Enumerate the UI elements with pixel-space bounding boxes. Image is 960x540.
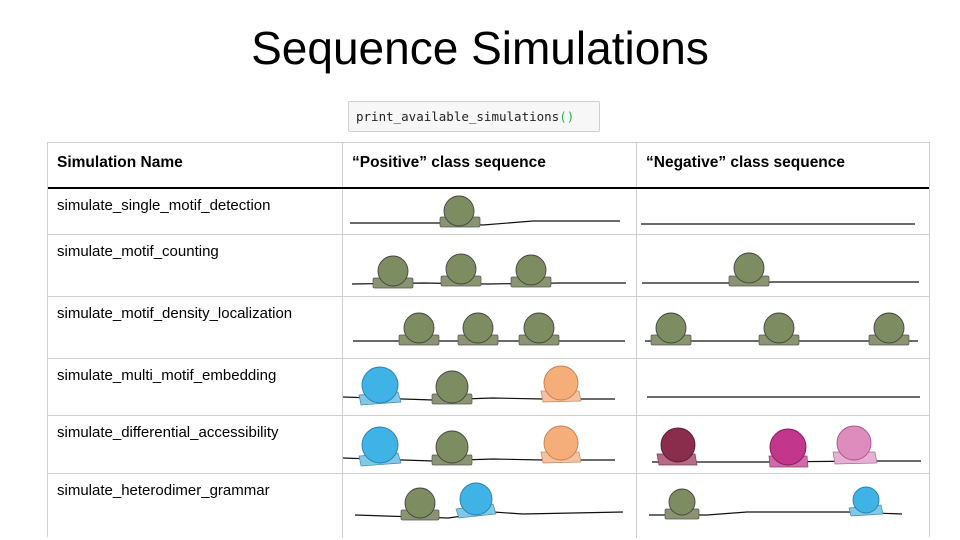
negative-sequence-diagram bbox=[649, 486, 903, 520]
negative-sequence-diagram bbox=[641, 223, 915, 225]
positive-sequence-cell bbox=[342, 359, 636, 415]
header-positive-class: “Positive” class sequence bbox=[342, 143, 636, 188]
header-simulation-name: Simulation Name bbox=[57, 154, 183, 171]
positive-sequence-cell bbox=[342, 235, 636, 296]
motif-icon bbox=[400, 487, 440, 521]
slide-title: Sequence Simulations bbox=[251, 22, 709, 74]
positive-sequence-cell bbox=[342, 189, 636, 234]
motif-icon bbox=[457, 312, 499, 346]
table-row: simulate_differential_accessibility bbox=[48, 416, 929, 473]
positive-sequence-diagram bbox=[351, 253, 626, 289]
table-row: simulate_heterodimer_grammar bbox=[48, 474, 929, 538]
positive-sequence-cell bbox=[342, 416, 636, 473]
motif-icon bbox=[358, 426, 402, 467]
motif-icon bbox=[848, 486, 884, 517]
negative-sequence-cell bbox=[636, 235, 929, 296]
negative-sequence-cell bbox=[636, 416, 929, 473]
positive-sequence-diagram bbox=[353, 312, 625, 346]
negative-sequence-diagram bbox=[645, 312, 918, 346]
table-header-row: Simulation Name “Positive” class sequenc… bbox=[48, 143, 929, 188]
positive-sequence-cell bbox=[342, 474, 636, 538]
simulation-name: simulate_single_motif_detection bbox=[57, 197, 271, 214]
motif-icon bbox=[510, 254, 552, 288]
motif-icon bbox=[440, 253, 482, 287]
negative-sequence-diagram bbox=[642, 252, 919, 287]
motif-icon bbox=[656, 427, 698, 466]
motif-icon bbox=[358, 366, 402, 406]
positive-sequence-diagram bbox=[350, 195, 620, 228]
motif-icon bbox=[372, 255, 414, 289]
table-row: simulate_multi_motif_embedding bbox=[48, 359, 929, 415]
code-function: print_available_simulations bbox=[356, 109, 560, 124]
positive-sequence-diagram bbox=[343, 365, 615, 406]
negative-sequence-cell bbox=[636, 474, 929, 538]
motif-icon bbox=[431, 370, 473, 405]
motif-icon bbox=[868, 312, 910, 346]
motif-icon bbox=[431, 430, 473, 466]
simulation-name: simulate_motif_density_localization bbox=[57, 305, 293, 322]
motif-icon bbox=[455, 482, 497, 519]
motif-icon bbox=[540, 365, 582, 403]
negative-sequence-diagram bbox=[652, 425, 921, 468]
positive-sequence-diagram bbox=[343, 425, 615, 467]
motif-icon bbox=[439, 195, 481, 228]
table-row: simulate_motif_counting bbox=[48, 235, 929, 296]
simulation-name: simulate_motif_counting bbox=[57, 243, 219, 260]
negative-sequence-diagram bbox=[647, 396, 920, 398]
motif-icon bbox=[398, 312, 440, 346]
simulation-name: simulate_differential_accessibility bbox=[57, 424, 279, 441]
motif-icon bbox=[518, 312, 560, 346]
motif-icon bbox=[758, 312, 800, 346]
motif-icon bbox=[664, 488, 700, 520]
motif-icon bbox=[832, 425, 878, 465]
negative-sequence-cell bbox=[636, 189, 929, 234]
motif-icon bbox=[768, 428, 809, 468]
simulation-name: simulate_heterodimer_grammar bbox=[57, 482, 270, 499]
simulation-name: simulate_multi_motif_embedding bbox=[57, 367, 277, 384]
motif-icon bbox=[728, 252, 770, 287]
table-row: simulate_single_motif_detection bbox=[48, 189, 929, 234]
negative-sequence-cell bbox=[636, 359, 929, 415]
positive-sequence-cell bbox=[342, 297, 636, 358]
table-row: simulate_motif_density_localization bbox=[48, 297, 929, 358]
header-negative-class: “Negative” class sequence bbox=[636, 143, 929, 188]
motif-icon bbox=[540, 425, 582, 464]
code-snippet: print_available_simulations() bbox=[348, 101, 600, 132]
simulations-table: Simulation Name “Positive” class sequenc… bbox=[47, 142, 930, 538]
motif-icon bbox=[650, 312, 692, 346]
negative-sequence-cell bbox=[636, 297, 929, 358]
positive-sequence-diagram bbox=[354, 482, 624, 521]
code-parens: () bbox=[559, 109, 575, 124]
